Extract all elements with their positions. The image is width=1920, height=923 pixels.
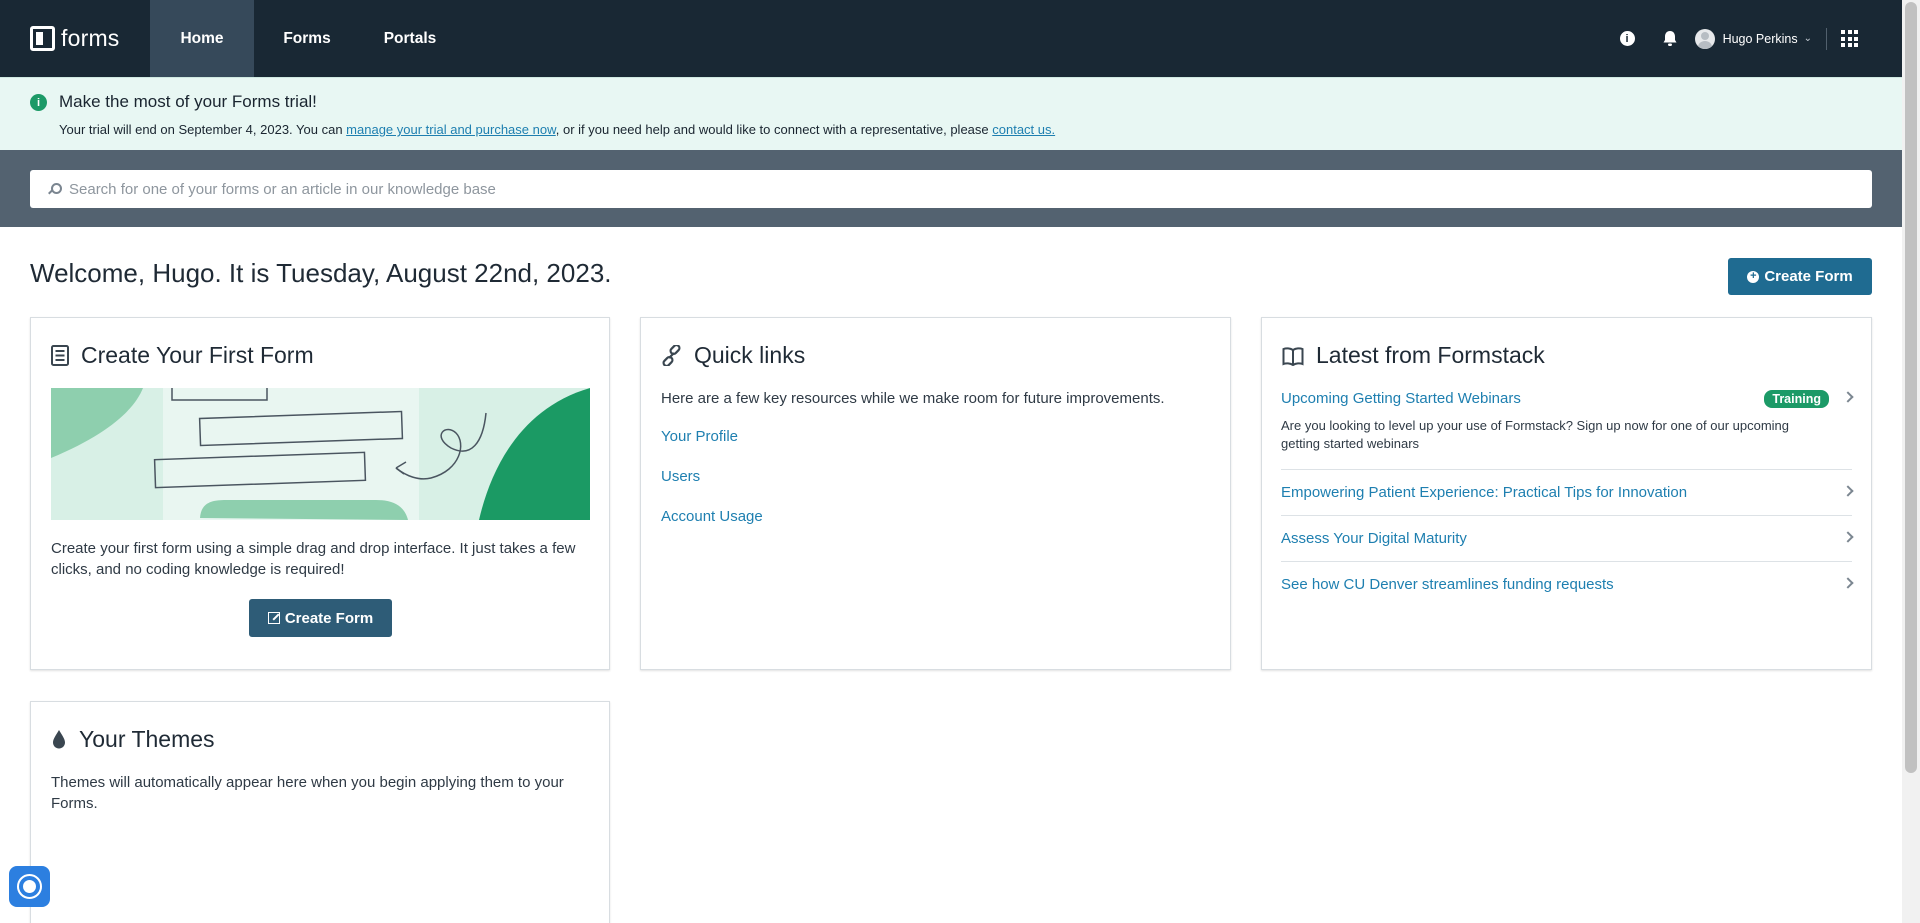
create-form-button-label: Create Form [1764,268,1853,285]
card-title: Latest from Formstack [1316,342,1545,368]
form-document-icon [51,345,69,366]
search-input[interactable] [69,180,1849,198]
user-name: Hugo Perkins [1722,31,1798,46]
first-form-card: Create Your First Form Create your first… [30,317,610,670]
search-box[interactable] [30,170,1872,208]
accessibility-icon [17,874,42,899]
your-profile-link[interactable]: Your Profile [661,428,738,445]
card-title: Your Themes [79,726,215,752]
news-item[interactable]: See how CU Denver streamlines funding re… [1281,576,1854,593]
news-title[interactable]: See how CU Denver streamlines funding re… [1281,576,1852,593]
account-usage-link[interactable]: Account Usage [661,508,763,525]
themes-card: Your Themes Themes will automatically ap… [30,701,610,923]
divider [1281,469,1852,470]
book-open-icon [1282,346,1304,366]
news-title[interactable]: Empowering Patient Experience: Practical… [1281,484,1852,501]
create-first-form-button[interactable]: Create Form [249,599,392,637]
contact-us-link[interactable]: contact us. [992,122,1055,137]
edit-icon [267,612,280,624]
apps-grid-icon[interactable] [1841,30,1858,47]
news-item[interactable]: Empowering Patient Experience: Practical… [1281,484,1854,501]
training-badge: Training [1764,390,1829,408]
latest-card: Latest from Formstack Upcoming Getting S… [1261,317,1872,670]
news-item[interactable]: Assess Your Digital Maturity [1281,530,1854,547]
topbar-actions: i Hugo Perkins ⌄ [1619,0,1858,77]
page-scrollbar[interactable] [1902,0,1920,923]
create-first-form-label: Create Form [284,609,374,627]
brand-name: forms [61,25,120,51]
link-icon [662,345,681,366]
themes-text: Themes will automatically appear here wh… [51,774,564,812]
tab-forms[interactable]: Forms [254,0,360,77]
banner-text: Your trial will end on September 4, 2023… [59,122,1055,137]
tab-home[interactable]: Home [150,0,254,77]
card-title: Create Your First Form [81,342,314,368]
trial-banner: i Make the most of your Forms trial! You… [0,77,1902,150]
user-menu[interactable]: Hugo Perkins ⌄ [1694,28,1812,49]
info-icon[interactable]: i [1619,31,1635,46]
welcome-heading: Welcome, Hugo. It is Tuesday, August 22n… [30,258,612,288]
top-nav: forms Home Forms Portals i Hugo Perkins … [0,0,1902,77]
banner-title: Make the most of your Forms trial! [59,92,317,111]
search-icon [48,183,62,195]
avatar [1694,28,1715,49]
info-icon: i [30,94,47,111]
first-form-text: Create your first form using a simple dr… [51,540,576,578]
banner-text-part: , or if you need help and would like to … [555,122,993,137]
chevron-down-icon: ⌄ [1803,33,1812,44]
plus-circle-icon: + [1747,270,1760,283]
card-title: Quick links [694,342,806,368]
divider [1281,561,1852,562]
bell-icon[interactable] [1661,30,1679,48]
droplet-icon [53,730,65,749]
quick-links-intro: Here are a few key resources while we ma… [661,390,1165,407]
tab-portals[interactable]: Portals [360,0,460,77]
form-illustration [51,388,590,520]
divider [1826,27,1827,50]
news-description: Are you looking to level up your use of … [1281,418,1790,451]
manage-trial-link[interactable]: manage your trial and purchase now [346,122,556,137]
banner-text-part: Your trial will end on September 4, 2023… [59,122,347,137]
brand-logo[interactable]: forms [30,0,148,77]
news-item[interactable]: Upcoming Getting Started Webinars Traini… [1281,390,1854,453]
news-title[interactable]: Assess Your Digital Maturity [1281,530,1852,547]
divider [1281,515,1852,516]
scrollbar-thumb[interactable] [1905,2,1917,773]
quick-links-card: Quick links Here are a few key resources… [640,317,1231,670]
accessibility-button[interactable] [9,866,50,907]
users-link[interactable]: Users [661,468,700,485]
forms-logo-icon [30,26,55,51]
search-band [0,150,1902,227]
create-form-button[interactable]: + Create Form [1728,258,1872,295]
